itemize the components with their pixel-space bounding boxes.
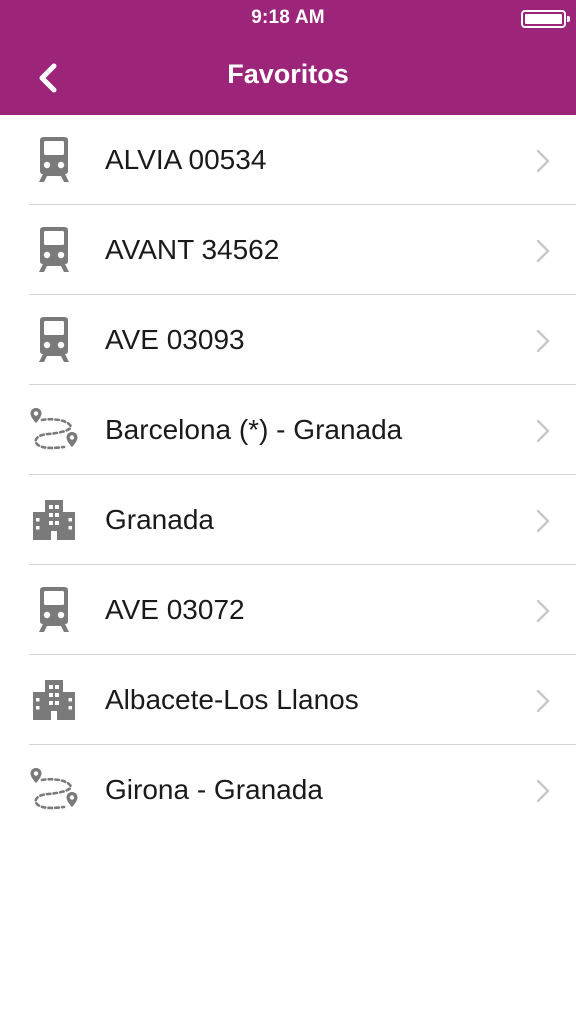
favorite-item[interactable]: Albacete-Los Llanos — [0, 655, 576, 745]
chevron-left-icon — [39, 63, 57, 93]
favorite-label: AVE 03072 — [105, 594, 245, 625]
favorite-item[interactable]: ALVIA 00534 — [0, 115, 576, 205]
train-icon — [30, 317, 78, 363]
page-title: Favoritos — [227, 59, 349, 89]
favorite-label: Girona - Granada — [105, 774, 323, 805]
favorite-label: Albacete-Los Llanos — [105, 684, 359, 715]
favorite-item[interactable]: Granada — [0, 475, 576, 565]
navigation-bar: Favoritos — [0, 38, 576, 115]
route-icon — [30, 407, 78, 453]
station-icon — [30, 497, 78, 543]
chevron-right-icon — [536, 779, 550, 803]
chevron-right-icon — [536, 509, 550, 533]
favorite-item[interactable]: Barcelona (*) - Granada — [0, 385, 576, 475]
favorite-item[interactable]: AVANT 34562 — [0, 205, 576, 295]
train-icon — [30, 587, 78, 633]
chevron-right-icon — [536, 689, 550, 713]
train-icon — [30, 227, 78, 273]
station-icon — [30, 677, 78, 723]
favorite-item[interactable]: AVE 03093 — [0, 295, 576, 385]
favorite-label: Granada — [105, 504, 214, 535]
favorites-list: ALVIA 00534 AVANT 34562 AVE 03093 Barcel… — [0, 115, 576, 835]
favorite-label: AVANT 34562 — [105, 234, 280, 265]
chevron-right-icon — [536, 149, 550, 173]
top-bar: 9:18 AM Favoritos — [0, 0, 576, 115]
chevron-right-icon — [536, 419, 550, 443]
favorite-item[interactable]: AVE 03072 — [0, 565, 576, 655]
battery-icon — [521, 10, 570, 28]
favorite-item[interactable]: Girona - Granada — [0, 745, 576, 835]
status-bar: 9:18 AM — [0, 0, 576, 38]
favorite-label: AVE 03093 — [105, 324, 245, 355]
chevron-right-icon — [536, 329, 550, 353]
route-icon — [30, 767, 78, 813]
chevron-right-icon — [536, 239, 550, 263]
chevron-right-icon — [536, 599, 550, 623]
favorite-label: Barcelona (*) - Granada — [105, 414, 403, 445]
favorite-label: ALVIA 00534 — [105, 144, 267, 175]
status-time: 9:18 AM — [251, 7, 325, 28]
back-button[interactable] — [20, 52, 76, 104]
train-icon — [30, 137, 78, 183]
